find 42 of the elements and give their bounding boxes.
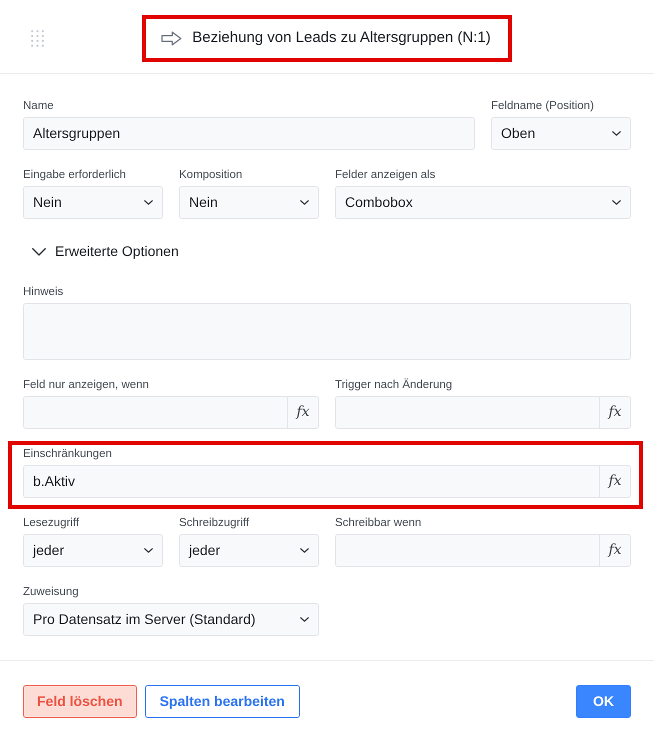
drag-handle-icon [31,30,44,47]
field-label: Komposition [179,168,244,183]
field-label: Feldname (Position) [491,99,595,114]
field-label: Schreibzugriff [179,516,250,531]
dropdown[interactable]: jeder [179,534,319,567]
field-label: Eingabe erforderlich [23,168,127,183]
text-area[interactable] [23,303,631,360]
chevron-down-icon [300,617,309,622]
expression-field[interactable] [335,534,600,567]
edit-columns-button[interactable]: Spalten bearbeiten [144,685,300,718]
function-button[interactable]: fx [599,534,631,567]
dialog-title: Beziehung von Leads zu Altersgruppen (N:1) [192,28,491,48]
chevron-down-icon [612,200,621,205]
right-arrow-icon [161,31,182,46]
chevron-down-icon [300,548,309,553]
field-label: Name [23,99,55,114]
field-label: Einschränkungen [23,447,113,462]
chevron-down-icon [300,200,309,205]
dropdown[interactable]: Pro Datensatz im Server (Standard) [23,603,319,636]
dropdown[interactable]: Nein [179,186,319,219]
dropdown[interactable]: Oben [491,117,631,150]
expression-field[interactable] [335,396,600,429]
dropdown[interactable]: jeder [23,534,163,567]
field-label: Trigger nach Änderung [335,377,454,393]
field-label: Lesezugriff [23,516,80,531]
field-label: Zuweisung [23,585,80,600]
expander-toggle[interactable]: Erweiterte Optionen [23,236,179,267]
expression-field[interactable] [23,396,288,429]
function-button[interactable]: fx [599,396,631,429]
text-field[interactable]: Altersgruppen [23,117,475,150]
field-label: Hinweis [23,285,64,300]
function-button[interactable]: fx [599,465,631,498]
function-button[interactable]: fx [287,396,319,429]
dropdown[interactable]: Nein [23,186,163,219]
chevron-down-icon [144,200,153,205]
field-label: Feld nur anzeigen, wenn [23,378,150,393]
field-label: Schreibbar wenn [335,516,422,531]
chevron-down-icon [144,548,153,553]
expression-field[interactable]: b.Aktiv [23,465,600,498]
field-label: Felder anzeigen als [335,168,436,183]
dropdown[interactable]: Combobox [335,186,631,219]
chevron-down-icon [612,131,621,136]
